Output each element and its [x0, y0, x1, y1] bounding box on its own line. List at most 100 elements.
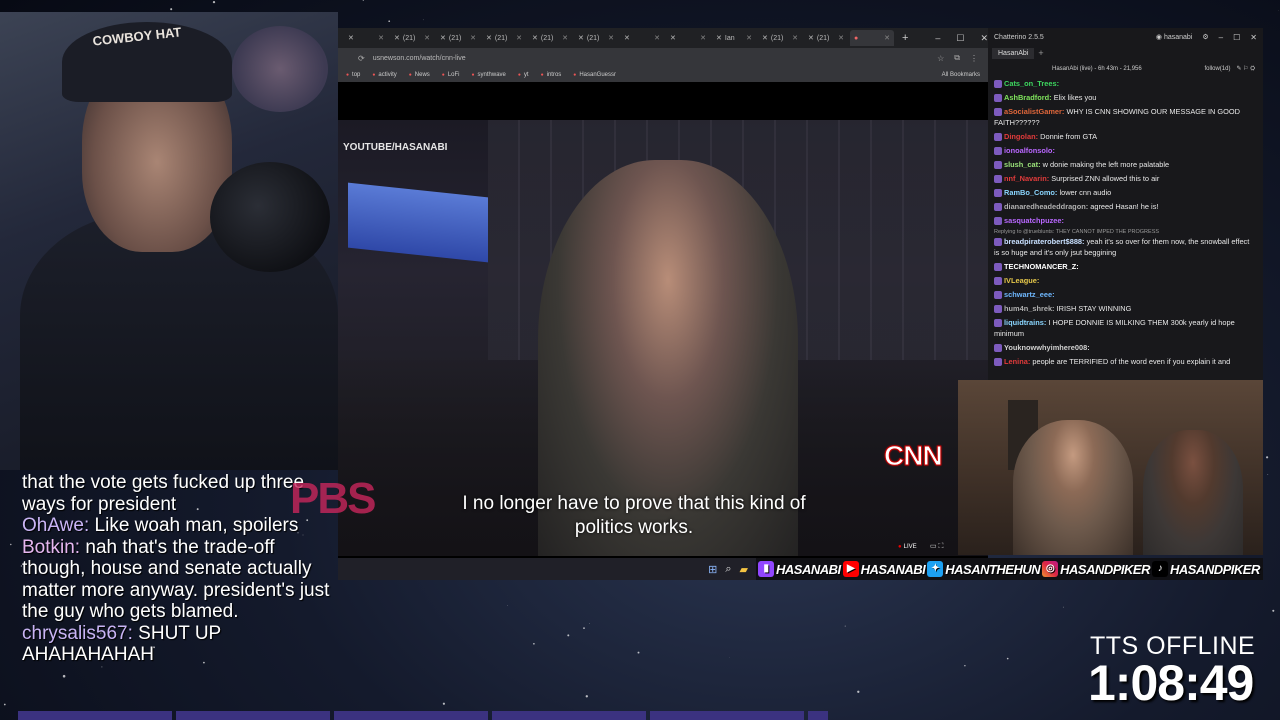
bookmark-item[interactable]: HasanGuessr [573, 72, 616, 78]
follow-mode: follow(1d) [1204, 66, 1231, 72]
chat-account[interactable]: ◉ hasanabi [1156, 33, 1192, 41]
windows-start-icon[interactable]: ⊞ [708, 563, 717, 576]
social-handle: ♪ HASANDPIKER [1151, 561, 1260, 577]
browser-tab[interactable]: ✕ Ian ✕ [712, 30, 756, 46]
bookmark-item[interactable]: synthwave [472, 72, 506, 78]
video-controls[interactable]: ▭ ⛶ [930, 542, 943, 551]
video-player[interactable]: YOUTUBE/HASANABI CNN I no longer have to… [338, 120, 988, 556]
chat-username[interactable]: RamBo_Como: [1004, 188, 1057, 197]
overlay-chat-username: OhAwe: [22, 515, 90, 536]
bottom-bar-segment [18, 711, 172, 720]
chat-username[interactable]: Youknowwhyimhere008: [1004, 343, 1090, 352]
chat-username[interactable]: slush_cat: [1004, 160, 1041, 169]
star [1267, 474, 1269, 475]
close-icon[interactable]: ✕ [1250, 33, 1257, 42]
minimize-icon[interactable]: – [1219, 33, 1223, 42]
chat-tools-icon[interactable]: ✎ ⚐ ⛭ [1236, 65, 1255, 73]
tab-close-icon[interactable]: ✕ [792, 34, 798, 42]
star-icon[interactable]: ☆ [937, 54, 944, 63]
chat-username[interactable]: nnf_Navarin: [1004, 174, 1049, 183]
bookmark-item[interactable]: yt [518, 72, 529, 78]
browser-tab[interactable]: ✕ ✕ [344, 30, 388, 46]
browser-tab[interactable]: ✕ (21) ✕ [574, 30, 618, 46]
chat-message: AshBradford: Elix likes you [994, 92, 1256, 103]
maximize-icon[interactable]: ☐ [956, 33, 964, 44]
tab-close-icon[interactable]: ✕ [838, 34, 844, 42]
chat-username[interactable]: sasquatchpuzee: [1004, 216, 1064, 225]
tab-close-icon[interactable]: ✕ [654, 34, 660, 42]
search-icon[interactable]: ⌕ [725, 563, 731, 576]
badge-icon [994, 277, 1002, 286]
chat-username[interactable]: Lenina: [1004, 357, 1030, 366]
folder-icon[interactable]: ▰ [740, 563, 748, 576]
chat-username[interactable]: breadpiraterobert$888: [1004, 237, 1085, 246]
social-handle: ▮ HASANABI [758, 561, 841, 577]
close-icon[interactable]: ✕ [980, 33, 988, 44]
tab-close-icon[interactable]: ✕ [470, 34, 476, 42]
tab-close-icon[interactable]: ✕ [700, 34, 706, 42]
chat-app-title: Chatterino 2.5.5 [994, 33, 1044, 41]
chat-username[interactable]: ionoalfonsolo: [1004, 146, 1055, 155]
browser-tab[interactable]: ✕ (21) ✕ [528, 30, 572, 46]
chat-tab-hasanabi[interactable]: HasanAbi [992, 47, 1035, 59]
bookmark-item[interactable]: intros [541, 72, 562, 78]
chat-username[interactable]: hum4n_shrek: [1004, 304, 1055, 313]
tab-close-icon[interactable]: ✕ [562, 34, 568, 42]
chat-message: nnf_Navarin: Surprised ZNN allowed this … [994, 173, 1256, 184]
browser-tab[interactable]: ✕ (21) ✕ [758, 30, 802, 46]
browser-tab[interactable]: ✕ (21) ✕ [804, 30, 848, 46]
chat-username[interactable]: liquidtrains: [1004, 318, 1046, 327]
chat-username[interactable]: IVLeague: [1004, 276, 1039, 285]
browser-tab[interactable]: ✕ (21) ✕ [390, 30, 434, 46]
browser-tab[interactable]: ✕ ✕ [666, 30, 710, 46]
social-label: HASANDPIKER [1169, 561, 1260, 577]
bookmark-item[interactable]: News [409, 72, 430, 78]
maximize-icon[interactable]: ☐ [1233, 33, 1240, 42]
star [964, 665, 966, 667]
tab-label: (21) [494, 34, 508, 42]
chat-username[interactable]: aSocialistGamer: [1004, 107, 1064, 116]
chat-username[interactable]: schwartz_eee: [1004, 290, 1055, 299]
menu-icon[interactable]: ⋮ [970, 54, 978, 63]
badge-icon [994, 319, 1002, 328]
reload-icon[interactable]: ⟳ [358, 54, 365, 63]
extensions-icon[interactable]: ⧉ [954, 53, 960, 63]
tab-close-icon[interactable]: ✕ [516, 34, 522, 42]
tab-close-icon[interactable]: ✕ [378, 34, 384, 42]
address-bar[interactable]: ⟳ usnewson.com/watch/cnn-live ☆ ⧉ ⋮ [338, 48, 988, 68]
browser-tab[interactable]: ✕ ✕ [620, 30, 664, 46]
chat-username[interactable]: dianaredheadeddragon: [1004, 202, 1088, 211]
tab-close-icon[interactable]: ✕ [424, 34, 430, 42]
badge-icon [994, 147, 1002, 156]
live-indicator: LIVE [898, 544, 917, 550]
tab-close-icon[interactable]: ✕ [608, 34, 614, 42]
chat-username[interactable]: TECHNOMANCER_Z: [1004, 262, 1079, 271]
chat-username[interactable]: AshBradford: [1004, 93, 1052, 102]
bookmark-item[interactable]: top [346, 72, 360, 78]
new-tab-icon[interactable]: + [902, 32, 908, 44]
bookmark-item[interactable]: activity [372, 72, 396, 78]
browser-tab[interactable]: ✕ (21) ✕ [436, 30, 480, 46]
badge-icon [994, 189, 1002, 198]
streamer-webcam: COWBOY HAT [0, 12, 338, 470]
add-tab-icon[interactable]: + [1038, 48, 1043, 58]
chat-message: hum4n_shrek: IRISH STAY WINNING [994, 303, 1256, 314]
settings-icon[interactable]: ⚙ [1202, 33, 1208, 41]
chat-username[interactable]: Dingolan: [1004, 132, 1038, 141]
social-handle: ▶ HASANABI [842, 561, 926, 577]
browser-tab[interactable]: ✕ (21) ✕ [482, 30, 526, 46]
bookmark-item[interactable]: LoFi [442, 72, 460, 78]
tab-favicon-icon: ✕ [440, 35, 446, 42]
all-bookmarks[interactable]: All Bookmarks [942, 72, 980, 78]
tab-close-icon[interactable]: ✕ [746, 34, 752, 42]
tab-close-icon[interactable]: ✕ [884, 34, 890, 42]
chat-username[interactable]: Cats_on_Trees: [1004, 79, 1059, 88]
twitch-icon: ▮ [758, 561, 774, 577]
minimize-icon[interactable]: – [935, 33, 940, 43]
badge-icon [994, 175, 1002, 184]
url-text[interactable]: usnewson.com/watch/cnn-live [373, 55, 466, 62]
chat-message: aSocialistGamer: WHY IS CNN SHOWING OUR … [994, 106, 1256, 128]
chat-message: Lenina: people are TERRIFIED of the word… [994, 356, 1256, 367]
chat-message: IVLeague: [994, 275, 1256, 286]
browser-tab[interactable]: ● ✕ [850, 30, 894, 46]
